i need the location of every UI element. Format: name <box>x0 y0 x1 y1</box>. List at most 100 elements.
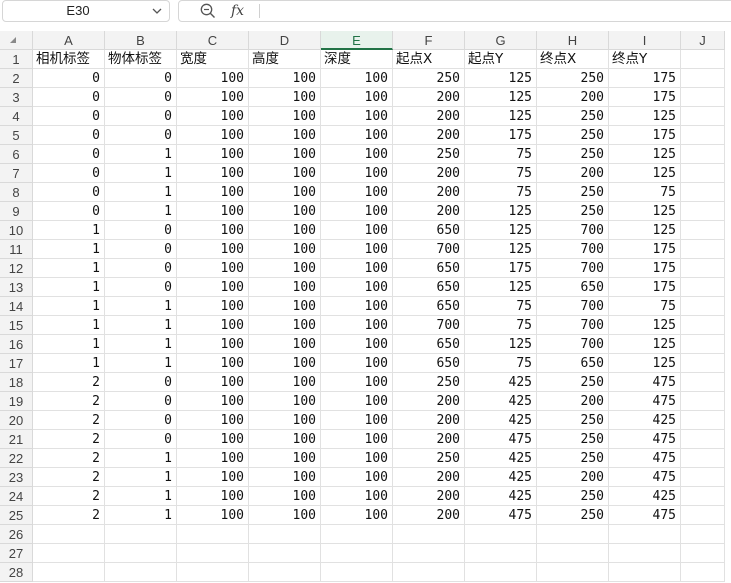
table-cell[interactable]: 200 <box>393 468 465 487</box>
table-cell[interactable]: 75 <box>609 183 681 202</box>
table-cell[interactable]: 250 <box>393 373 465 392</box>
table-cell[interactable]: 100 <box>177 354 249 373</box>
table-cell[interactable]: 2 <box>33 449 105 468</box>
table-cell[interactable]: 100 <box>249 392 321 411</box>
table-cell[interactable]: 100 <box>177 145 249 164</box>
table-cell[interactable] <box>465 525 537 544</box>
table-cell[interactable]: 100 <box>249 373 321 392</box>
table-cell[interactable]: 0 <box>105 392 177 411</box>
table-cell[interactable]: 200 <box>393 107 465 126</box>
column-header-e[interactable]: E <box>321 31 393 50</box>
table-cell[interactable] <box>681 183 725 202</box>
row-header-27[interactable]: 27 <box>0 544 33 563</box>
table-cell[interactable]: 100 <box>249 354 321 373</box>
table-cell[interactable]: 125 <box>609 164 681 183</box>
table-cell[interactable]: 425 <box>465 411 537 430</box>
table-cell[interactable]: 125 <box>609 335 681 354</box>
table-cell[interactable]: 200 <box>537 88 609 107</box>
table-cell[interactable]: 1 <box>105 145 177 164</box>
table-cell[interactable] <box>681 487 725 506</box>
table-cell[interactable]: 100 <box>321 221 393 240</box>
header-cell[interactable]: 终点X <box>537 50 609 69</box>
table-cell[interactable]: 1 <box>105 183 177 202</box>
table-cell[interactable] <box>33 544 105 563</box>
header-cell[interactable]: 起点Y <box>465 50 537 69</box>
table-cell[interactable]: 0 <box>105 373 177 392</box>
table-cell[interactable] <box>681 468 725 487</box>
table-cell[interactable]: 1 <box>105 506 177 525</box>
table-cell[interactable]: 175 <box>609 126 681 145</box>
table-cell[interactable]: 200 <box>537 468 609 487</box>
table-cell[interactable]: 100 <box>177 468 249 487</box>
table-cell[interactable]: 0 <box>33 126 105 145</box>
table-cell[interactable]: 100 <box>249 316 321 335</box>
table-cell[interactable]: 475 <box>609 392 681 411</box>
row-header-23[interactable]: 23 <box>0 468 33 487</box>
table-cell[interactable]: 475 <box>609 373 681 392</box>
row-header-21[interactable]: 21 <box>0 430 33 449</box>
header-cell[interactable]: 相机标签 <box>33 50 105 69</box>
row-header-18[interactable]: 18 <box>0 373 33 392</box>
table-cell[interactable] <box>537 525 609 544</box>
table-cell[interactable] <box>681 88 725 107</box>
column-header-d[interactable]: D <box>249 31 321 50</box>
table-cell[interactable]: 1 <box>33 335 105 354</box>
table-cell[interactable]: 0 <box>105 430 177 449</box>
table-cell[interactable]: 250 <box>537 373 609 392</box>
table-cell[interactable]: 100 <box>249 183 321 202</box>
table-cell[interactable]: 200 <box>393 430 465 449</box>
table-cell[interactable] <box>681 240 725 259</box>
header-cell[interactable]: 起点X <box>393 50 465 69</box>
table-cell[interactable] <box>177 544 249 563</box>
table-cell[interactable]: 250 <box>537 183 609 202</box>
table-cell[interactable]: 100 <box>249 126 321 145</box>
table-cell[interactable] <box>681 525 725 544</box>
table-cell[interactable]: 1 <box>33 297 105 316</box>
table-cell[interactable]: 100 <box>249 487 321 506</box>
table-cell[interactable]: 200 <box>393 164 465 183</box>
table-cell[interactable]: 700 <box>537 297 609 316</box>
row-header-8[interactable]: 8 <box>0 183 33 202</box>
table-cell[interactable]: 175 <box>609 278 681 297</box>
table-cell[interactable]: 250 <box>537 145 609 164</box>
table-cell[interactable] <box>681 221 725 240</box>
column-header-b[interactable]: B <box>105 31 177 50</box>
row-header-20[interactable]: 20 <box>0 411 33 430</box>
table-cell[interactable]: 100 <box>177 69 249 88</box>
table-cell[interactable]: 700 <box>537 221 609 240</box>
table-cell[interactable]: 75 <box>465 316 537 335</box>
table-cell[interactable] <box>681 126 725 145</box>
table-cell[interactable]: 200 <box>393 202 465 221</box>
table-cell[interactable]: 100 <box>321 240 393 259</box>
table-cell[interactable]: 0 <box>33 88 105 107</box>
table-cell[interactable]: 125 <box>465 202 537 221</box>
table-cell[interactable]: 100 <box>321 202 393 221</box>
table-cell[interactable]: 425 <box>609 487 681 506</box>
table-cell[interactable] <box>249 544 321 563</box>
table-cell[interactable]: 75 <box>465 183 537 202</box>
select-all-corner[interactable] <box>0 31 33 50</box>
table-cell[interactable]: 125 <box>609 316 681 335</box>
table-cell[interactable]: 0 <box>105 278 177 297</box>
table-cell[interactable]: 100 <box>249 69 321 88</box>
table-cell[interactable]: 125 <box>465 240 537 259</box>
table-cell[interactable]: 2 <box>33 487 105 506</box>
header-cell[interactable] <box>681 50 725 69</box>
table-cell[interactable]: 475 <box>609 506 681 525</box>
table-cell[interactable]: 250 <box>393 449 465 468</box>
column-header-i[interactable]: I <box>609 31 681 50</box>
row-header-6[interactable]: 6 <box>0 145 33 164</box>
table-cell[interactable]: 650 <box>393 297 465 316</box>
table-cell[interactable] <box>537 563 609 582</box>
zoom-icon[interactable] <box>199 2 217 20</box>
table-cell[interactable] <box>177 525 249 544</box>
table-cell[interactable]: 125 <box>465 221 537 240</box>
table-cell[interactable]: 175 <box>609 240 681 259</box>
table-cell[interactable]: 475 <box>609 449 681 468</box>
table-cell[interactable]: 475 <box>609 468 681 487</box>
table-cell[interactable]: 2 <box>33 430 105 449</box>
table-cell[interactable]: 200 <box>393 392 465 411</box>
row-header-16[interactable]: 16 <box>0 335 33 354</box>
row-header-14[interactable]: 14 <box>0 297 33 316</box>
table-cell[interactable] <box>177 563 249 582</box>
